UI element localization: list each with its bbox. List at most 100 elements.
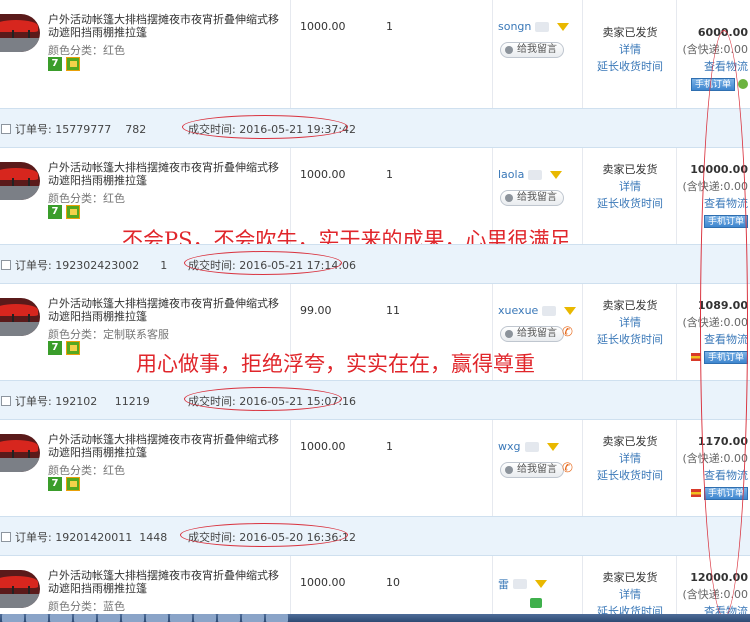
extend-receipt-link[interactable]: 延长收货时间: [584, 58, 676, 75]
order-status: 卖家已发货: [602, 435, 658, 448]
buyer-name-link[interactable]: xuexue: [498, 304, 577, 317]
order-number: 192102: [55, 394, 98, 408]
product-thumbnail[interactable]: [0, 14, 40, 52]
order-total: 6000.00: [697, 26, 748, 39]
order-status: 卖家已发货: [602, 571, 658, 584]
order-status: 卖家已发货: [602, 299, 658, 312]
quantity: 11: [386, 304, 400, 317]
gift-icon: [66, 205, 80, 219]
order-item-row: 户外活动帐篷大排档摆摊夜市夜宵折叠伸缩式移动遮阳挡雨棚推拉篷 颜色分类：红色 7…: [0, 420, 750, 520]
flag-icon[interactable]: [557, 22, 570, 31]
extend-receipt-link[interactable]: 延长收货时间: [584, 467, 676, 484]
taskbar-button[interactable]: [170, 614, 192, 622]
seven-day-return-icon: 7: [48, 341, 62, 355]
order-number: 192302423002: [55, 258, 140, 272]
product-title-link[interactable]: 户外活动帐篷大排档摆摊夜市夜宵折叠伸缩式移动遮阳挡雨棚推拉篷: [48, 161, 288, 187]
order-header: 订单号: 19201420011 1448 成交时间: 2016-05-20 1…: [0, 516, 750, 556]
detail-link[interactable]: 详情: [584, 178, 676, 195]
quantity: 1: [386, 440, 393, 453]
highlight-ellipse: [184, 251, 342, 275]
taskbar-button[interactable]: [146, 614, 168, 622]
order-header: 订单号: 15779777 782 成交时间: 2016-05-21 19:37…: [0, 108, 750, 148]
order-number: 19201420011: [55, 530, 133, 544]
extend-receipt-link[interactable]: 延长收货时间: [584, 331, 676, 348]
quantity: 1: [386, 168, 393, 181]
unit-price: 1000.00: [300, 440, 346, 453]
product-variant: 颜色分类：定制联系客服: [48, 328, 169, 341]
taskbar-button[interactable]: [98, 614, 120, 622]
extend-receipt-link[interactable]: 延长收货时间: [584, 195, 676, 212]
highlight-ellipse: [182, 115, 348, 139]
flag-icon: [690, 489, 701, 497]
unit-price: 1000.00: [300, 576, 346, 589]
view-logistics-link[interactable]: 查看物流: [678, 603, 748, 614]
order-checkbox[interactable]: [1, 532, 11, 542]
unit-price: 1000.00: [300, 168, 346, 181]
flag-icon[interactable]: [546, 442, 559, 451]
unit-price: 1000.00: [300, 20, 346, 33]
product-thumbnail[interactable]: [0, 434, 40, 472]
flag-icon[interactable]: [535, 580, 547, 588]
product-variant: 颜色分类：红色: [48, 44, 125, 57]
taskbar-button[interactable]: [2, 614, 24, 622]
order-item-row: 户外活动帐篷大排档摆摊夜市夜宵折叠伸缩式移动遮阳挡雨棚推拉篷 颜色分类：蓝色 1…: [0, 556, 750, 614]
product-variant: 颜色分类：蓝色: [48, 600, 125, 613]
taskbar-button[interactable]: [74, 614, 96, 622]
product-thumbnail[interactable]: [0, 570, 40, 608]
product-title-link[interactable]: 户外活动帐篷大排档摆摊夜市夜宵折叠伸缩式移动遮阳挡雨棚推拉篷: [48, 569, 288, 595]
annotation-text: 用心做事，拒绝浮夸，实实在在，赢得尊重: [136, 352, 535, 376]
phone-icon[interactable]: ✆: [562, 462, 574, 476]
highlight-ellipse-totals: [700, 30, 748, 618]
taskbar-button[interactable]: [266, 614, 288, 622]
refresh-icon[interactable]: [738, 79, 748, 89]
buyer-name-link[interactable]: 雷: [498, 576, 547, 592]
quantity: 10: [386, 576, 400, 589]
detail-link[interactable]: 详情: [584, 314, 676, 331]
chat-icon[interactable]: [530, 598, 542, 608]
message-me-button[interactable]: 给我留言: [500, 190, 564, 206]
product-thumbnail[interactable]: [0, 162, 40, 200]
detail-link[interactable]: 详情: [584, 586, 676, 603]
buyer-name-link[interactable]: wxg: [498, 440, 559, 453]
message-me-button[interactable]: 给我留言: [500, 462, 564, 478]
unit-price: 99.00: [300, 304, 332, 317]
seven-day-return-icon: 7: [48, 205, 62, 219]
buyer-name-link[interactable]: laola: [498, 168, 563, 181]
product-title-link[interactable]: 户外活动帐篷大排档摆摊夜市夜宵折叠伸缩式移动遮阳挡雨棚推拉篷: [48, 297, 288, 323]
order-checkbox[interactable]: [1, 260, 11, 270]
order-header: 订单号: 192302423002 1 成交时间: 2016-05-21 17:…: [0, 244, 750, 284]
highlight-ellipse: [184, 387, 342, 411]
taskbar-button[interactable]: [26, 614, 48, 622]
extend-receipt-link[interactable]: 延长收货时间: [584, 603, 676, 614]
product-thumbnail[interactable]: [0, 298, 40, 336]
seven-day-return-icon: 7: [48, 477, 62, 491]
flag-icon[interactable]: [564, 306, 577, 315]
taskbar-button[interactable]: [242, 614, 264, 622]
taskbar-button[interactable]: [194, 614, 216, 622]
buyer-name-link[interactable]: songn: [498, 20, 570, 33]
order-checkbox[interactable]: [1, 124, 11, 134]
taskbar: [0, 614, 750, 622]
shipping-fee: (含快递:0.00: [682, 43, 749, 56]
order-status: 卖家已发货: [602, 163, 658, 176]
order-status: 卖家已发货: [602, 26, 658, 39]
quantity: 1: [386, 20, 393, 33]
flag-icon[interactable]: [550, 170, 563, 179]
detail-link[interactable]: 详情: [584, 41, 676, 58]
order-header: 订单号: 192102 11219 成交时间: 2016-05-21 15:07…: [0, 380, 750, 420]
highlight-ellipse: [180, 523, 348, 547]
message-me-button[interactable]: 给我留言: [500, 42, 564, 58]
taskbar-button[interactable]: [122, 614, 144, 622]
taskbar-button[interactable]: [218, 614, 240, 622]
seven-day-return-icon: 7: [48, 57, 62, 71]
gift-icon: [66, 477, 80, 491]
product-title-link[interactable]: 户外活动帐篷大排档摆摊夜市夜宵折叠伸缩式移动遮阳挡雨棚推拉篷: [48, 433, 288, 459]
detail-link[interactable]: 详情: [584, 450, 676, 467]
gift-icon: [66, 341, 80, 355]
product-title-link[interactable]: 户外活动帐篷大排档摆摊夜市夜宵折叠伸缩式移动遮阳挡雨棚推拉篷: [48, 13, 288, 39]
taskbar-button[interactable]: [50, 614, 72, 622]
order-checkbox[interactable]: [1, 396, 11, 406]
phone-icon[interactable]: ✆: [562, 326, 574, 340]
message-me-button[interactable]: 给我留言: [500, 326, 564, 342]
product-variant: 颜色分类：红色: [48, 464, 125, 477]
